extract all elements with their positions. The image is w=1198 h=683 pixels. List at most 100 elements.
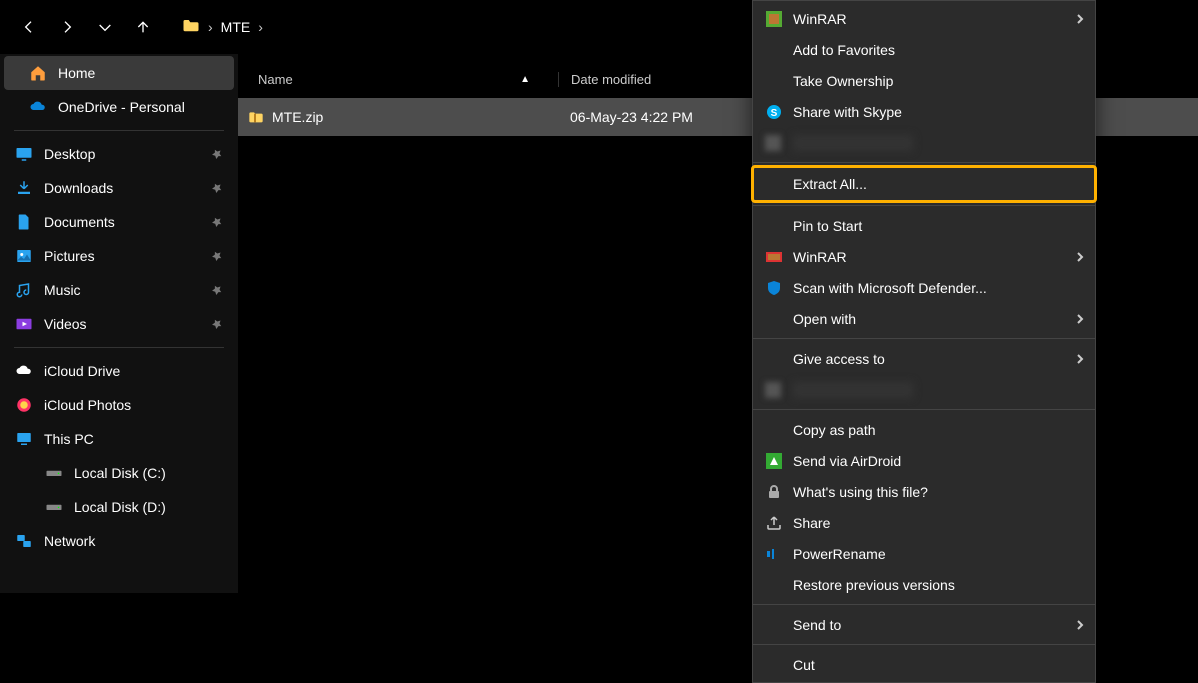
menu-label: Restore previous versions bbox=[793, 577, 955, 593]
menu-item-open-with[interactable]: Open with bbox=[753, 303, 1095, 334]
sidebar-item-label: Music bbox=[44, 282, 200, 298]
pin-icon bbox=[210, 215, 224, 229]
sidebar-item-label: iCloud Photos bbox=[44, 397, 224, 413]
sidebar-item-home[interactable]: Home bbox=[4, 56, 234, 90]
menu-item-give-access[interactable]: Give access to bbox=[753, 343, 1095, 374]
menu-item-winrar[interactable]: WinRAR bbox=[753, 3, 1095, 34]
airdroid-icon bbox=[765, 452, 783, 470]
videos-icon bbox=[14, 314, 34, 334]
desktop-icon bbox=[14, 144, 34, 164]
sidebar-item-music[interactable]: Music bbox=[4, 273, 234, 307]
shield-icon bbox=[765, 279, 783, 297]
sidebar-item-desktop[interactable]: Desktop bbox=[4, 137, 234, 171]
sidebar: Home OneDrive - Personal Desktop Downloa… bbox=[0, 54, 238, 593]
column-date[interactable]: Date modified bbox=[558, 72, 758, 87]
column-label: Date modified bbox=[571, 72, 651, 87]
menu-item-defender[interactable]: Scan with Microsoft Defender... bbox=[753, 272, 1095, 303]
back-button[interactable] bbox=[12, 10, 46, 44]
menu-item-take-ownership[interactable]: Take Ownership bbox=[753, 65, 1095, 96]
separator bbox=[14, 347, 224, 348]
menu-item-copy-path[interactable]: Copy as path bbox=[753, 414, 1095, 445]
context-menu: WinRAR Add to Favorites Take Ownership S… bbox=[752, 0, 1096, 683]
menu-item-winrar2[interactable]: WinRAR bbox=[753, 241, 1095, 272]
up-button[interactable] bbox=[126, 10, 160, 44]
documents-icon bbox=[14, 212, 34, 232]
menu-divider bbox=[753, 409, 1095, 410]
separator bbox=[14, 130, 224, 131]
sidebar-item-label: Local Disk (C:) bbox=[74, 465, 224, 481]
sidebar-item-local-c[interactable]: Local Disk (C:) bbox=[4, 456, 234, 490]
pin-icon bbox=[210, 147, 224, 161]
menu-label: Share bbox=[793, 515, 830, 531]
sidebar-item-icloud-drive[interactable]: iCloud Drive bbox=[4, 354, 234, 388]
winrar-icon bbox=[765, 248, 783, 266]
forward-button[interactable] bbox=[50, 10, 84, 44]
menu-label: Send to bbox=[793, 617, 841, 633]
recent-dropdown[interactable] bbox=[88, 10, 122, 44]
menu-item-powerrename[interactable]: PowerRename bbox=[753, 538, 1095, 569]
menu-label: What's using this file? bbox=[793, 484, 928, 500]
zip-icon bbox=[238, 109, 264, 125]
icloud-photos-icon bbox=[14, 395, 34, 415]
menu-label: Cut bbox=[793, 657, 815, 673]
breadcrumb-sep: › bbox=[208, 19, 213, 35]
sidebar-item-local-d[interactable]: Local Disk (D:) bbox=[4, 490, 234, 524]
icloud-icon bbox=[14, 361, 34, 381]
sidebar-item-icloud-photos[interactable]: iCloud Photos bbox=[4, 388, 234, 422]
menu-label: Copy as path bbox=[793, 422, 876, 438]
sidebar-item-label: Videos bbox=[44, 316, 200, 332]
sidebar-item-pictures[interactable]: Pictures bbox=[4, 239, 234, 273]
menu-divider bbox=[753, 338, 1095, 339]
menu-divider bbox=[753, 604, 1095, 605]
pictures-icon bbox=[14, 246, 34, 266]
menu-item-blurred-1[interactable] bbox=[753, 127, 1095, 158]
sidebar-item-label: Pictures bbox=[44, 248, 200, 264]
menu-item-restore[interactable]: Restore previous versions bbox=[753, 569, 1095, 600]
drive-icon bbox=[44, 463, 64, 483]
skype-icon: S bbox=[765, 103, 783, 121]
menu-label: Pin to Start bbox=[793, 218, 862, 234]
menu-item-share[interactable]: Share bbox=[753, 507, 1095, 538]
powerrename-icon bbox=[765, 545, 783, 563]
sidebar-item-label: Network bbox=[44, 533, 224, 549]
share-icon bbox=[765, 514, 783, 532]
menu-item-airdroid[interactable]: Send via AirDroid bbox=[753, 445, 1095, 476]
sidebar-item-onedrive[interactable]: OneDrive - Personal bbox=[4, 90, 234, 124]
file-name: MTE.zip bbox=[264, 109, 558, 125]
menu-item-add-favorites[interactable]: Add to Favorites bbox=[753, 34, 1095, 65]
blurred-label bbox=[793, 135, 913, 151]
drive-icon bbox=[44, 497, 64, 517]
sidebar-item-label: iCloud Drive bbox=[44, 363, 224, 379]
menu-label: Give access to bbox=[793, 351, 885, 367]
menu-label: Add to Favorites bbox=[793, 42, 895, 58]
chevron-right-icon bbox=[1075, 311, 1085, 327]
menu-item-whats-using[interactable]: What's using this file? bbox=[753, 476, 1095, 507]
menu-label: Share with Skype bbox=[793, 104, 902, 120]
menu-item-blurred-2[interactable] bbox=[753, 374, 1095, 405]
winrar-icon bbox=[765, 10, 783, 28]
home-icon bbox=[28, 63, 48, 83]
pin-icon bbox=[210, 317, 224, 331]
sidebar-item-this-pc[interactable]: This PC bbox=[4, 422, 234, 456]
sidebar-item-network[interactable]: Network bbox=[4, 524, 234, 558]
sidebar-item-videos[interactable]: Videos bbox=[4, 307, 234, 341]
sidebar-item-label: Downloads bbox=[44, 180, 200, 196]
menu-divider bbox=[753, 162, 1095, 163]
sidebar-item-label: Local Disk (D:) bbox=[74, 499, 224, 515]
sidebar-item-downloads[interactable]: Downloads bbox=[4, 171, 234, 205]
menu-item-send-to[interactable]: Send to bbox=[753, 609, 1095, 640]
sidebar-item-documents[interactable]: Documents bbox=[4, 205, 234, 239]
menu-item-extract-all[interactable]: Extract All... bbox=[753, 167, 1095, 201]
network-icon bbox=[14, 531, 34, 551]
menu-item-pin-start[interactable]: Pin to Start bbox=[753, 210, 1095, 241]
column-name[interactable]: Name ▲ bbox=[238, 72, 558, 87]
sort-arrow-icon: ▲ bbox=[520, 74, 530, 85]
menu-item-skype[interactable]: S Share with Skype bbox=[753, 96, 1095, 127]
sidebar-item-label: Documents bbox=[44, 214, 200, 230]
chevron-right-icon bbox=[1075, 351, 1085, 367]
menu-item-cut[interactable]: Cut bbox=[753, 649, 1095, 680]
chevron-right-icon bbox=[1075, 617, 1085, 633]
blurred-label bbox=[793, 382, 913, 398]
breadcrumb-item[interactable]: MTE bbox=[221, 19, 251, 35]
pin-icon bbox=[210, 181, 224, 195]
